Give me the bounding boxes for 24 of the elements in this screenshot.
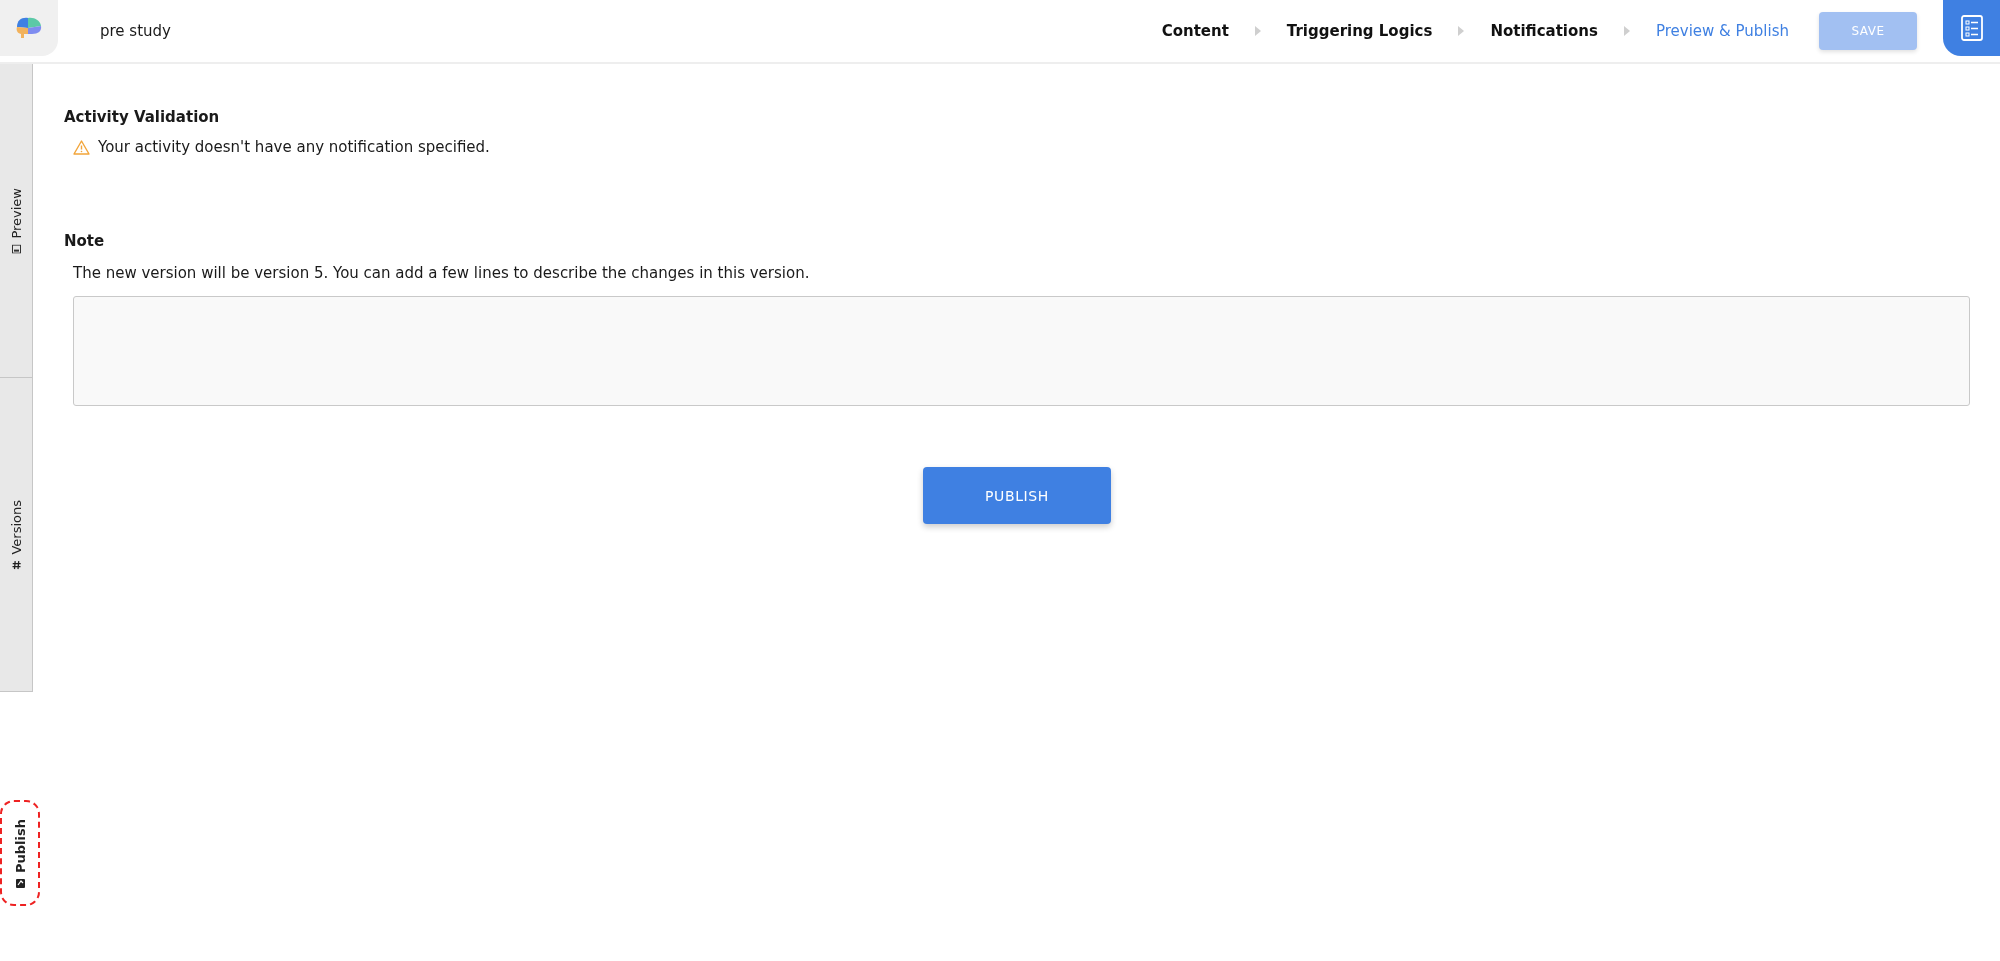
checklist-icon: [1960, 15, 1983, 41]
logo-tile[interactable]: [0, 0, 58, 56]
hash-icon: [11, 560, 21, 570]
chevron-icon: [1458, 26, 1465, 36]
side-tab[interactable]: Publish: [0, 800, 40, 906]
window-icon: [11, 244, 21, 254]
section-heading: Note: [64, 232, 105, 250]
note-field[interactable]: [73, 296, 1970, 406]
step-tab[interactable]: Content: [1161, 22, 1229, 40]
publish-button[interactable]: PUBLISH: [923, 467, 1111, 524]
section-heading: Activity Validation: [64, 108, 220, 126]
side-tab[interactable]: Versions: [0, 378, 33, 692]
side-tab[interactable]: Preview: [0, 64, 33, 378]
note-description: The new version will be version 5. You can add a few lines to describe the changes in this version.: [73, 264, 810, 282]
step-tab[interactable]: Preview & Publish: [1655, 22, 1789, 40]
brain-logo-icon: [14, 16, 44, 40]
step-tab[interactable]: Notifications: [1490, 22, 1598, 40]
checklist-button[interactable]: [1943, 0, 2000, 56]
project-title: pre study: [100, 22, 172, 40]
step-tab[interactable]: Triggering Logics: [1286, 22, 1433, 40]
warning-icon: [73, 139, 90, 155]
warning-message: Your activity doesn't have any notification specified.: [98, 138, 490, 156]
chevron-icon: [1254, 26, 1261, 36]
chevron-icon: [1623, 26, 1630, 36]
